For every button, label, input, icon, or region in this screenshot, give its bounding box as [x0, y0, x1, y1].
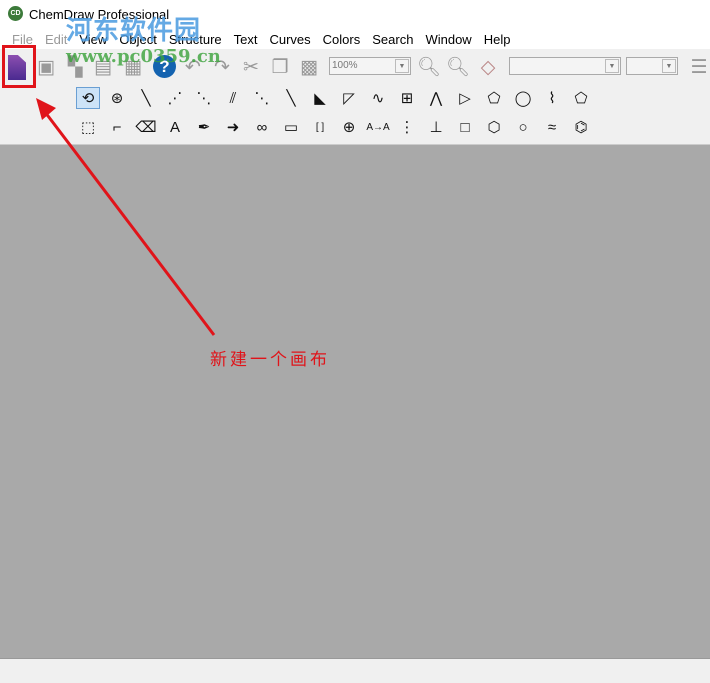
annotation-arrow — [36, 98, 216, 336]
annotation-text: 新建一个画布 — [210, 350, 330, 369]
